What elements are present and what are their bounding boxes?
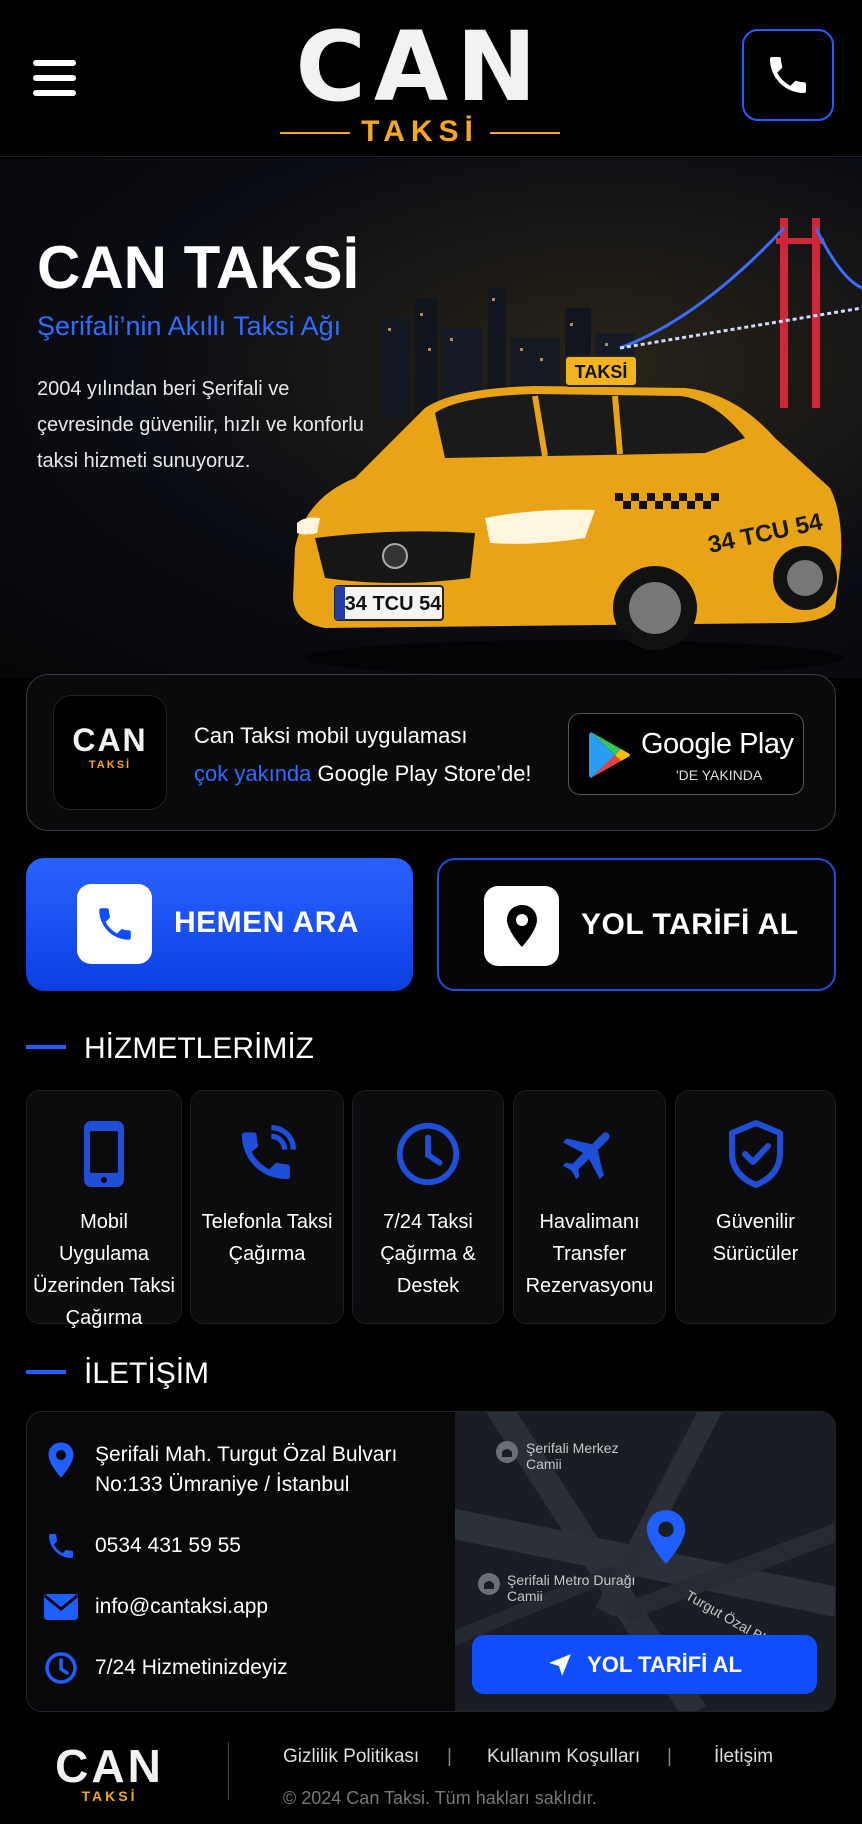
- footer-logo[interactable]: CAN TAKSİ: [42, 1740, 177, 1804]
- footer-separator: |: [667, 1746, 672, 1767]
- google-play-title: Google Play: [641, 728, 794, 760]
- app-coming-soon-banner: CAN TAKSİ Can Taksi mobil uygulaması çok…: [26, 674, 836, 831]
- location-pin-icon: [506, 905, 537, 947]
- site-header: CAN TAKSİ: [0, 0, 862, 157]
- phone-icon: [98, 908, 131, 940]
- phone-call-icon: [241, 1124, 297, 1180]
- taxi-car-illustration: TAKSİ 34 TCU 54 34 TCU 54: [293, 355, 845, 676]
- mosque-poi-icon: [496, 1441, 518, 1463]
- footer-separator: |: [447, 1746, 452, 1767]
- clock-icon: [41, 1648, 81, 1688]
- location-pin-icon: [41, 1440, 81, 1480]
- contact-card: Şerifali Mah. Turgut Özal Bulvarı No:133…: [26, 1411, 836, 1712]
- app-banner-line2-rest: Google Play Store’de!: [311, 761, 532, 786]
- app-icon-main-text: CAN: [72, 722, 148, 758]
- service-label: Mobil Uygulama Üzerinden Taksi Çağırma: [33, 1211, 175, 1329]
- menu-icon[interactable]: [33, 60, 76, 96]
- airplane-icon: [562, 1132, 610, 1180]
- app-banner-line1: Can Taksi mobil uygulaması: [194, 723, 468, 748]
- contact-email: info@cantaksi.app: [95, 1595, 269, 1618]
- hero-section: CAN TAKSİ Şerifali’nin Akıllı Taksi Ağı …: [0, 158, 862, 678]
- service-label: Havalimanı Transfer Rezervasyonu: [525, 1211, 654, 1297]
- metro-poi-icon: [478, 1573, 500, 1595]
- site-logo[interactable]: CAN TAKSİ: [270, 11, 570, 148]
- contact-address-row: Şerifali Mah. Turgut Özal Bulvarı No:133…: [41, 1440, 445, 1500]
- services-heading: HİZMETLERİMİZ: [26, 1032, 314, 1066]
- google-play-subtitle: 'DE YAKINDA: [676, 767, 763, 783]
- service-label: Telefonla Taksi Çağırma: [201, 1211, 333, 1265]
- directions-button-icon-box: [484, 886, 559, 966]
- service-card-mobile-app[interactable]: Mobil Uygulama Üzerinden Taksi Çağırma: [26, 1090, 182, 1329]
- get-directions-button[interactable]: YOL TARİFİ AL: [437, 858, 836, 991]
- service-card-airport-transfer[interactable]: Havalimanı Transfer Rezervasyonu: [513, 1090, 666, 1324]
- navigation-arrow-icon: [549, 1653, 571, 1676]
- service-card-phone-call[interactable]: Telefonla Taksi Çağırma: [190, 1090, 344, 1324]
- contact-heading: İLETİŞİM: [26, 1357, 209, 1391]
- app-icon: CAN TAKSİ: [53, 695, 167, 810]
- license-plate-text: 34 TCU 54: [345, 593, 443, 615]
- map-directions-button[interactable]: YOL TARİFİ AL: [472, 1635, 817, 1694]
- phone-icon: [41, 1526, 81, 1566]
- app-banner-line2: çok yakında Google Play Store’de!: [194, 755, 532, 793]
- footer-divider: [228, 1742, 229, 1800]
- map-location-pin-icon: [646, 1510, 686, 1564]
- app-icon-sub-text: TAKSİ: [88, 759, 132, 771]
- service-label: Güvenilir Sürücüler: [712, 1211, 799, 1265]
- logo-sub-text: TAKSİ: [270, 116, 570, 148]
- directions-button-label: YOL TARİFİ AL: [581, 908, 799, 941]
- contact-hours-row: 7/24 Hizmetinizdeyiz: [41, 1648, 288, 1688]
- google-play-icon: [589, 732, 630, 778]
- location-map[interactable]: Şerifali Merkez Camii Şerifali Metro Dur…: [455, 1412, 835, 1711]
- footer-link-privacy[interactable]: Gizlilik Politikası: [283, 1746, 419, 1768]
- google-play-badge[interactable]: Google Play 'DE YAKINDA: [568, 713, 804, 795]
- footer-link-terms[interactable]: Kullanım Koşulları: [487, 1746, 640, 1768]
- footer-logo-main-text: CAN: [55, 1740, 164, 1792]
- header-call-button[interactable]: [742, 29, 834, 121]
- footer-copyright: © 2024 Can Taksi. Tüm hakları saklıdır.: [283, 1788, 597, 1808]
- contact-email-row[interactable]: info@cantaksi.app: [41, 1587, 268, 1627]
- contact-address: Şerifali Mah. Turgut Özal Bulvarı No:133…: [95, 1443, 398, 1496]
- map-directions-label: YOL TARİFİ AL: [587, 1651, 742, 1677]
- taxi-sign-text: TAKSİ: [575, 362, 628, 382]
- call-button-icon-box: [77, 884, 152, 964]
- contact-phone-row[interactable]: 0534 431 59 55: [41, 1526, 241, 1566]
- service-card-24-7[interactable]: 7/24 Taksi Çağırma & Destek: [352, 1090, 504, 1324]
- call-button-label: HEMEN ARA: [174, 906, 360, 939]
- mobile-phone-icon: [84, 1121, 124, 1187]
- shield-check-icon: [728, 1120, 783, 1188]
- phone-icon: [770, 57, 806, 93]
- contact-hours: 7/24 Hizmetinizdeyiz: [95, 1656, 288, 1679]
- call-now-button[interactable]: HEMEN ARA: [26, 858, 413, 991]
- logo-main-text: CAN: [295, 11, 545, 123]
- service-card-trusted-drivers[interactable]: Güvenilir Sürücüler: [675, 1090, 836, 1324]
- map-poi-label: Şerifali Merkez Camii: [526, 1440, 619, 1472]
- clock-icon: [396, 1122, 460, 1186]
- app-banner-text: Can Taksi mobil uygulaması çok yakında G…: [194, 717, 532, 793]
- map-poi-label: Şerifali Metro Durağı Camii: [507, 1572, 636, 1604]
- service-label: 7/24 Taksi Çağırma & Destek: [380, 1211, 476, 1297]
- mail-icon: [41, 1587, 81, 1627]
- footer-link-contact[interactable]: İletişim: [714, 1746, 773, 1768]
- contact-phone: 0534 431 59 55: [95, 1534, 241, 1557]
- app-banner-highlight: çok yakında: [194, 761, 312, 786]
